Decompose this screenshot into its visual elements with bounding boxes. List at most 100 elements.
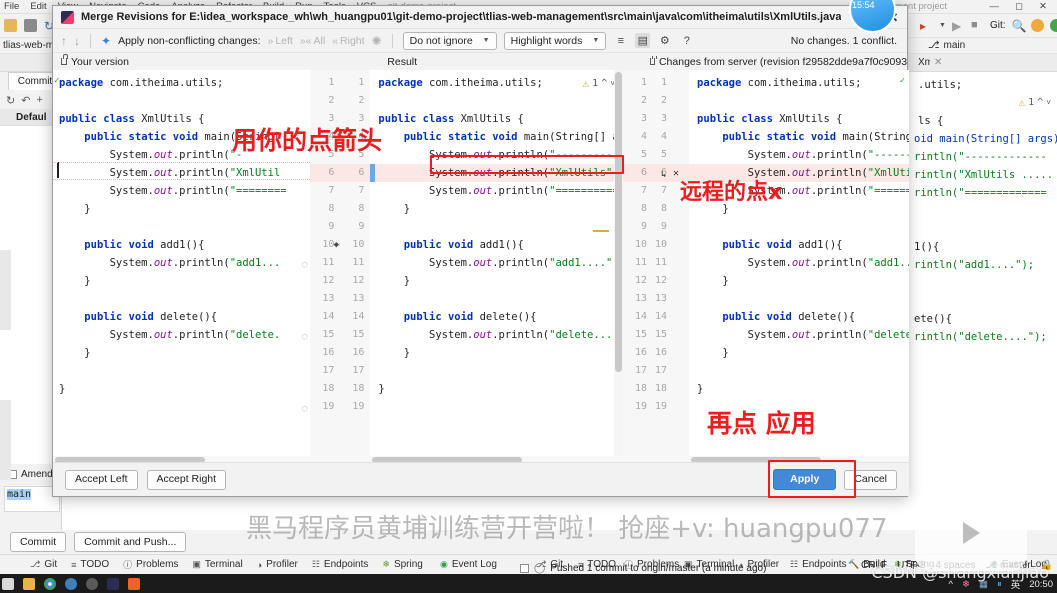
menu-item-file[interactable]: File xyxy=(4,1,19,12)
magic-wand-icon[interactable]: ✺ xyxy=(372,34,382,48)
line-number: 8 xyxy=(328,203,335,214)
apply-nonconflicting-label: Apply non-conflicting changes: xyxy=(118,34,261,47)
line-number: 9 xyxy=(661,221,668,232)
chrome-icon[interactable] xyxy=(44,577,56,590)
sidebar-tab-favorites[interactable] xyxy=(0,400,11,480)
result-pane[interactable]: package com.itheima.utils; public class … xyxy=(370,70,624,464)
commit-button[interactable]: Commit xyxy=(10,532,67,552)
run-icon[interactable]: ▶ xyxy=(952,19,965,33)
reject-right-change-icon[interactable]: ✕ xyxy=(673,165,679,183)
tab-xmlutils-label[interactable]: XmlUtils.java xyxy=(918,57,930,68)
highlight-policy-select[interactable]: Highlight words ▼ xyxy=(503,31,607,50)
settings-gear-icon[interactable]: ⚙ xyxy=(657,33,672,48)
start-icon[interactable] xyxy=(2,577,14,590)
commit-and-push-button[interactable]: Commit and Push... xyxy=(74,532,187,552)
chevron-right-double-icon: « xyxy=(332,34,339,47)
status-item-problems[interactable]: ⓘ Problems xyxy=(123,558,178,571)
line-number: 5 xyxy=(661,149,668,160)
apply-all-button[interactable]: »« All xyxy=(300,35,325,47)
status-item-spring[interactable]: ❄ Spring xyxy=(382,559,422,570)
collapse-unchanged-icon[interactable]: ≡ xyxy=(613,33,628,48)
editor-warning-chip[interactable]: ⚠ 1 ^ ˅ xyxy=(1019,94,1052,112)
intellij-taskbar-icon[interactable] xyxy=(107,577,119,590)
status-item-profiler-label: Profiler xyxy=(266,559,298,570)
fold-marker-icon: ◯ xyxy=(302,404,308,414)
line-number: 10 xyxy=(322,239,335,250)
result-vscroll-thumb[interactable] xyxy=(615,72,623,372)
result-vertical-scrollbar[interactable] xyxy=(614,70,624,464)
warning-stripe-marker xyxy=(593,230,610,232)
accept-right-button[interactable]: Accept Right xyxy=(146,469,227,490)
terminal-icon: ▣ xyxy=(192,559,201,569)
window-minimize-icon[interactable]: — xyxy=(990,1,1000,12)
bg-code-line: 1(){ xyxy=(914,241,940,253)
status-item-profiler[interactable]: ◑ Profiler xyxy=(257,559,298,570)
line-number: 7 xyxy=(328,185,335,196)
help-icon[interactable]: ? xyxy=(679,33,694,48)
refresh-icon[interactable]: ↻ xyxy=(6,94,15,107)
lock-icon xyxy=(649,55,658,65)
chevron-down-icon: ▼ xyxy=(592,37,600,44)
chevron-up-icon[interactable]: ^ xyxy=(1037,94,1043,112)
run-config-icon[interactable]: ▸ xyxy=(920,19,933,33)
status-item-terminal[interactable]: ▣ Terminal xyxy=(192,559,242,570)
save-icon[interactable] xyxy=(24,19,37,32)
status-item-todo-label: TODO xyxy=(80,559,110,570)
ignore-policy-value: Do not ignore xyxy=(409,34,473,47)
line-number: 18 xyxy=(635,383,648,394)
sidebar-tab-structure[interactable] xyxy=(0,250,11,330)
app-icon[interactable] xyxy=(86,577,98,590)
warning-count: 1 xyxy=(1028,97,1035,108)
apply-right-button[interactable]: «Right xyxy=(332,35,364,47)
accept-right-change-icon[interactable]: ↳ xyxy=(661,166,666,184)
magic-resolve-icon[interactable]: ✦ xyxy=(101,34,111,48)
status-item-endpoints[interactable]: ☷ Endpoints xyxy=(312,559,369,570)
rollback-icon[interactable]: ↶ xyxy=(21,94,30,107)
screen-root: File Edit View Navigate Code Analyze Ref… xyxy=(0,0,1057,593)
status-item-todo[interactable]: ≡ TODO xyxy=(71,559,109,570)
previous-difference-icon[interactable]: ↑ xyxy=(61,34,67,48)
tab-close-icon[interactable]: ✕ xyxy=(934,57,942,68)
result-code-area[interactable]: package com.itheima.utils; public class … xyxy=(370,70,623,464)
intellij-icon xyxy=(61,10,74,24)
search-icon[interactable]: 🔍 xyxy=(1012,19,1027,33)
update-badge-icon[interactable] xyxy=(1030,19,1044,32)
dialog-toolbar[interactable]: ↑ ↓ ✦ Apply non-conflicting changes: » Le… xyxy=(53,29,907,53)
browser2-icon[interactable] xyxy=(65,577,77,590)
ignore-policy-select[interactable]: Do not ignore ▼ xyxy=(402,31,497,50)
lock-icon xyxy=(61,54,68,65)
run-config-caret-icon[interactable]: ▼ xyxy=(939,22,946,29)
bg-code-line: ete(){ xyxy=(914,313,952,325)
line-number: 6 xyxy=(328,167,335,178)
orange-app-icon[interactable] xyxy=(128,577,140,590)
menu-item-edit[interactable]: Edit xyxy=(30,1,46,12)
chevron-down-icon[interactable]: ˅ xyxy=(1046,94,1051,112)
line-number: 13 xyxy=(635,293,648,304)
chevron-up-icon[interactable]: ^ xyxy=(601,75,607,93)
user-avatar[interactable] xyxy=(1049,19,1057,32)
bg-code-line: oid main(String[] args) xyxy=(914,133,1057,145)
toolbar-separator xyxy=(90,33,91,48)
code-line: } xyxy=(697,347,729,359)
window-close-icon[interactable]: ✕ xyxy=(1039,1,1047,12)
amend-checkbox-row[interactable]: Amend xyxy=(8,469,53,480)
result-warning-chip[interactable]: ⚠ 1 ^ ˅ xyxy=(583,75,616,93)
status-item-event-log-left[interactable]: ◉ Event Log xyxy=(440,559,497,570)
event-log-icon: ◉ xyxy=(440,559,448,569)
highlight-policy-value: Highlight words xyxy=(510,34,583,47)
stop-icon[interactable]: ■ xyxy=(971,19,984,32)
apply-left-button[interactable]: » Left xyxy=(267,35,292,47)
window-maximize-icon[interactable]: ◻ xyxy=(1015,1,1023,12)
open-folder-icon[interactable] xyxy=(4,19,17,32)
next-difference-icon[interactable]: ↓ xyxy=(74,34,80,48)
accept-left-button[interactable]: Accept Left xyxy=(65,469,138,490)
branch-label[interactable]: main xyxy=(944,40,966,51)
status-item-git[interactable]: ⎇ Git xyxy=(30,559,57,570)
git-branch-icon: ⎇ xyxy=(30,559,41,569)
toolbar-git-label: Git: xyxy=(989,20,1006,31)
side-by-side-view-icon[interactable]: ▤ xyxy=(635,33,651,48)
add-icon[interactable]: + xyxy=(36,94,42,106)
file-explorer-icon[interactable] xyxy=(23,577,35,590)
line-number: 17 xyxy=(352,365,365,376)
changelist-default-label: Defaul xyxy=(16,111,47,123)
